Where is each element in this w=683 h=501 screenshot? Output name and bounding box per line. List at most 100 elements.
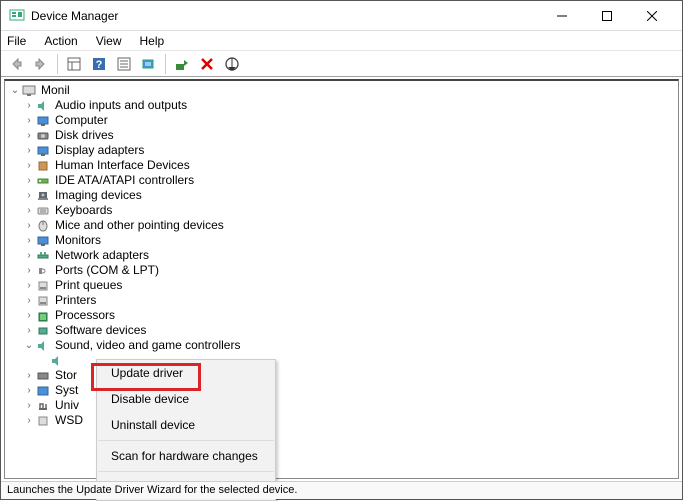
context-update-driver[interactable]: Update driver bbox=[97, 360, 275, 386]
tree-category[interactable]: › Disk drives bbox=[9, 128, 674, 143]
chevron-icon[interactable]: › bbox=[23, 203, 35, 218]
category-label: Syst bbox=[55, 383, 78, 398]
chevron-icon[interactable]: › bbox=[23, 413, 35, 428]
chevron-icon[interactable]: › bbox=[23, 323, 35, 338]
menu-file[interactable]: File bbox=[5, 34, 28, 48]
tree-category[interactable]: › Software devices bbox=[9, 323, 674, 338]
tree-category[interactable]: ›Ports (COM & LPT) bbox=[9, 263, 674, 278]
tree-category[interactable]: ›Printers bbox=[9, 293, 674, 308]
category-label: Monitors bbox=[55, 233, 101, 248]
chevron-icon[interactable]: › bbox=[23, 368, 35, 383]
update-driver-button[interactable] bbox=[171, 53, 193, 75]
chevron-icon[interactable]: › bbox=[23, 173, 35, 188]
back-button[interactable] bbox=[5, 53, 27, 75]
menu-view[interactable]: View bbox=[94, 34, 124, 48]
chevron-icon[interactable]: › bbox=[23, 128, 35, 143]
help-button[interactable]: ? bbox=[88, 53, 110, 75]
uninstall-button[interactable] bbox=[196, 53, 218, 75]
category-label: Processors bbox=[55, 308, 115, 323]
category-icon bbox=[35, 129, 51, 143]
close-button[interactable] bbox=[629, 1, 674, 30]
context-uninstall-device[interactable]: Uninstall device bbox=[97, 412, 275, 438]
category-icon bbox=[35, 339, 51, 353]
chevron-icon[interactable]: › bbox=[23, 293, 35, 308]
selected-device-label bbox=[69, 353, 72, 368]
chevron-icon[interactable]: › bbox=[23, 383, 35, 398]
forward-button[interactable] bbox=[30, 53, 52, 75]
tree-category[interactable]: ›Display adapters bbox=[9, 143, 674, 158]
maximize-button[interactable] bbox=[584, 1, 629, 30]
tree-category[interactable]: ⌄ Sound, video and game controllers bbox=[9, 338, 674, 353]
app-icon bbox=[9, 8, 25, 24]
category-label: IDE ATA/ATAPI controllers bbox=[55, 173, 194, 188]
minimize-button[interactable] bbox=[539, 1, 584, 30]
tree-category[interactable]: › Audio inputs and outputs bbox=[9, 98, 674, 113]
tree-category[interactable]: ›Human Interface Devices bbox=[9, 158, 674, 173]
chevron-icon[interactable]: › bbox=[23, 398, 35, 413]
tree-category[interactable]: › Monitors bbox=[9, 233, 674, 248]
category-icon bbox=[35, 159, 51, 173]
category-label: Keyboards bbox=[55, 203, 112, 218]
chevron-icon[interactable]: › bbox=[23, 248, 35, 263]
category-label: Print queues bbox=[55, 278, 122, 293]
category-icon bbox=[35, 294, 51, 308]
category-label: Mice and other pointing devices bbox=[55, 218, 224, 233]
tree-category[interactable]: › Processors bbox=[9, 308, 674, 323]
category-icon bbox=[35, 234, 51, 248]
chevron-icon[interactable]: › bbox=[23, 98, 35, 113]
category-label: Univ bbox=[55, 398, 79, 413]
category-icon bbox=[35, 174, 51, 188]
chevron-icon[interactable]: › bbox=[23, 218, 35, 233]
titlebar-text: Device Manager bbox=[31, 9, 539, 23]
chevron-icon[interactable]: › bbox=[23, 113, 35, 128]
category-icon bbox=[35, 399, 51, 413]
window-controls bbox=[539, 1, 674, 30]
context-menu: Update driver Disable device Uninstall d… bbox=[96, 359, 276, 501]
tree-category[interactable]: › Print queues bbox=[9, 278, 674, 293]
tree-category[interactable]: › Computer bbox=[9, 113, 674, 128]
chevron-icon[interactable]: › bbox=[23, 188, 35, 203]
titlebar: Device Manager bbox=[1, 1, 682, 31]
tree-root[interactable]: ⌄ Monil bbox=[9, 83, 674, 98]
category-label: Imaging devices bbox=[55, 188, 142, 203]
menu-help[interactable]: Help bbox=[138, 34, 167, 48]
chevron-icon[interactable]: ⌄ bbox=[23, 338, 35, 353]
category-icon bbox=[35, 114, 51, 128]
tree-category[interactable]: › Imaging devices bbox=[9, 188, 674, 203]
show-hide-tree-button[interactable] bbox=[63, 53, 85, 75]
computer-root-icon bbox=[21, 84, 37, 98]
chevron-icon[interactable]: › bbox=[23, 233, 35, 248]
context-disable-device[interactable]: Disable device bbox=[97, 386, 275, 412]
category-icon bbox=[35, 99, 51, 113]
tree-category[interactable]: ›Network adapters bbox=[9, 248, 674, 263]
chevron-icon[interactable]: › bbox=[23, 143, 35, 158]
scan-button[interactable] bbox=[138, 53, 160, 75]
category-icon bbox=[35, 189, 51, 203]
tree-category[interactable]: › IDE ATA/ATAPI controllers bbox=[9, 173, 674, 188]
chevron-down-icon[interactable]: ⌄ bbox=[9, 83, 21, 98]
properties-button[interactable] bbox=[113, 53, 135, 75]
menu-action[interactable]: Action bbox=[42, 34, 79, 48]
disable-button[interactable] bbox=[221, 53, 243, 75]
tree-category[interactable]: › Keyboards bbox=[9, 203, 674, 218]
category-label: WSD bbox=[55, 413, 83, 428]
category-label: Computer bbox=[55, 113, 108, 128]
tree-category[interactable]: › Mice and other pointing devices bbox=[9, 218, 674, 233]
category-label: Software devices bbox=[55, 323, 146, 338]
chevron-icon[interactable]: › bbox=[23, 278, 35, 293]
category-icon bbox=[35, 249, 51, 263]
category-label: Audio inputs and outputs bbox=[55, 98, 187, 113]
category-icon bbox=[35, 369, 51, 383]
svg-text:?: ? bbox=[96, 59, 103, 71]
statusbar: Launches the Update Driver Wizard for th… bbox=[1, 481, 682, 499]
menubar: File Action View Help bbox=[1, 31, 682, 51]
category-label: Stor bbox=[55, 368, 77, 383]
category-label: Sound, video and game controllers bbox=[55, 338, 240, 353]
category-icon bbox=[35, 414, 51, 428]
chevron-icon[interactable]: › bbox=[23, 308, 35, 323]
category-icon bbox=[35, 144, 51, 158]
context-scan-hardware[interactable]: Scan for hardware changes bbox=[97, 443, 275, 469]
chevron-icon[interactable]: › bbox=[23, 263, 35, 278]
category-label: Disk drives bbox=[55, 128, 114, 143]
chevron-icon[interactable]: › bbox=[23, 158, 35, 173]
